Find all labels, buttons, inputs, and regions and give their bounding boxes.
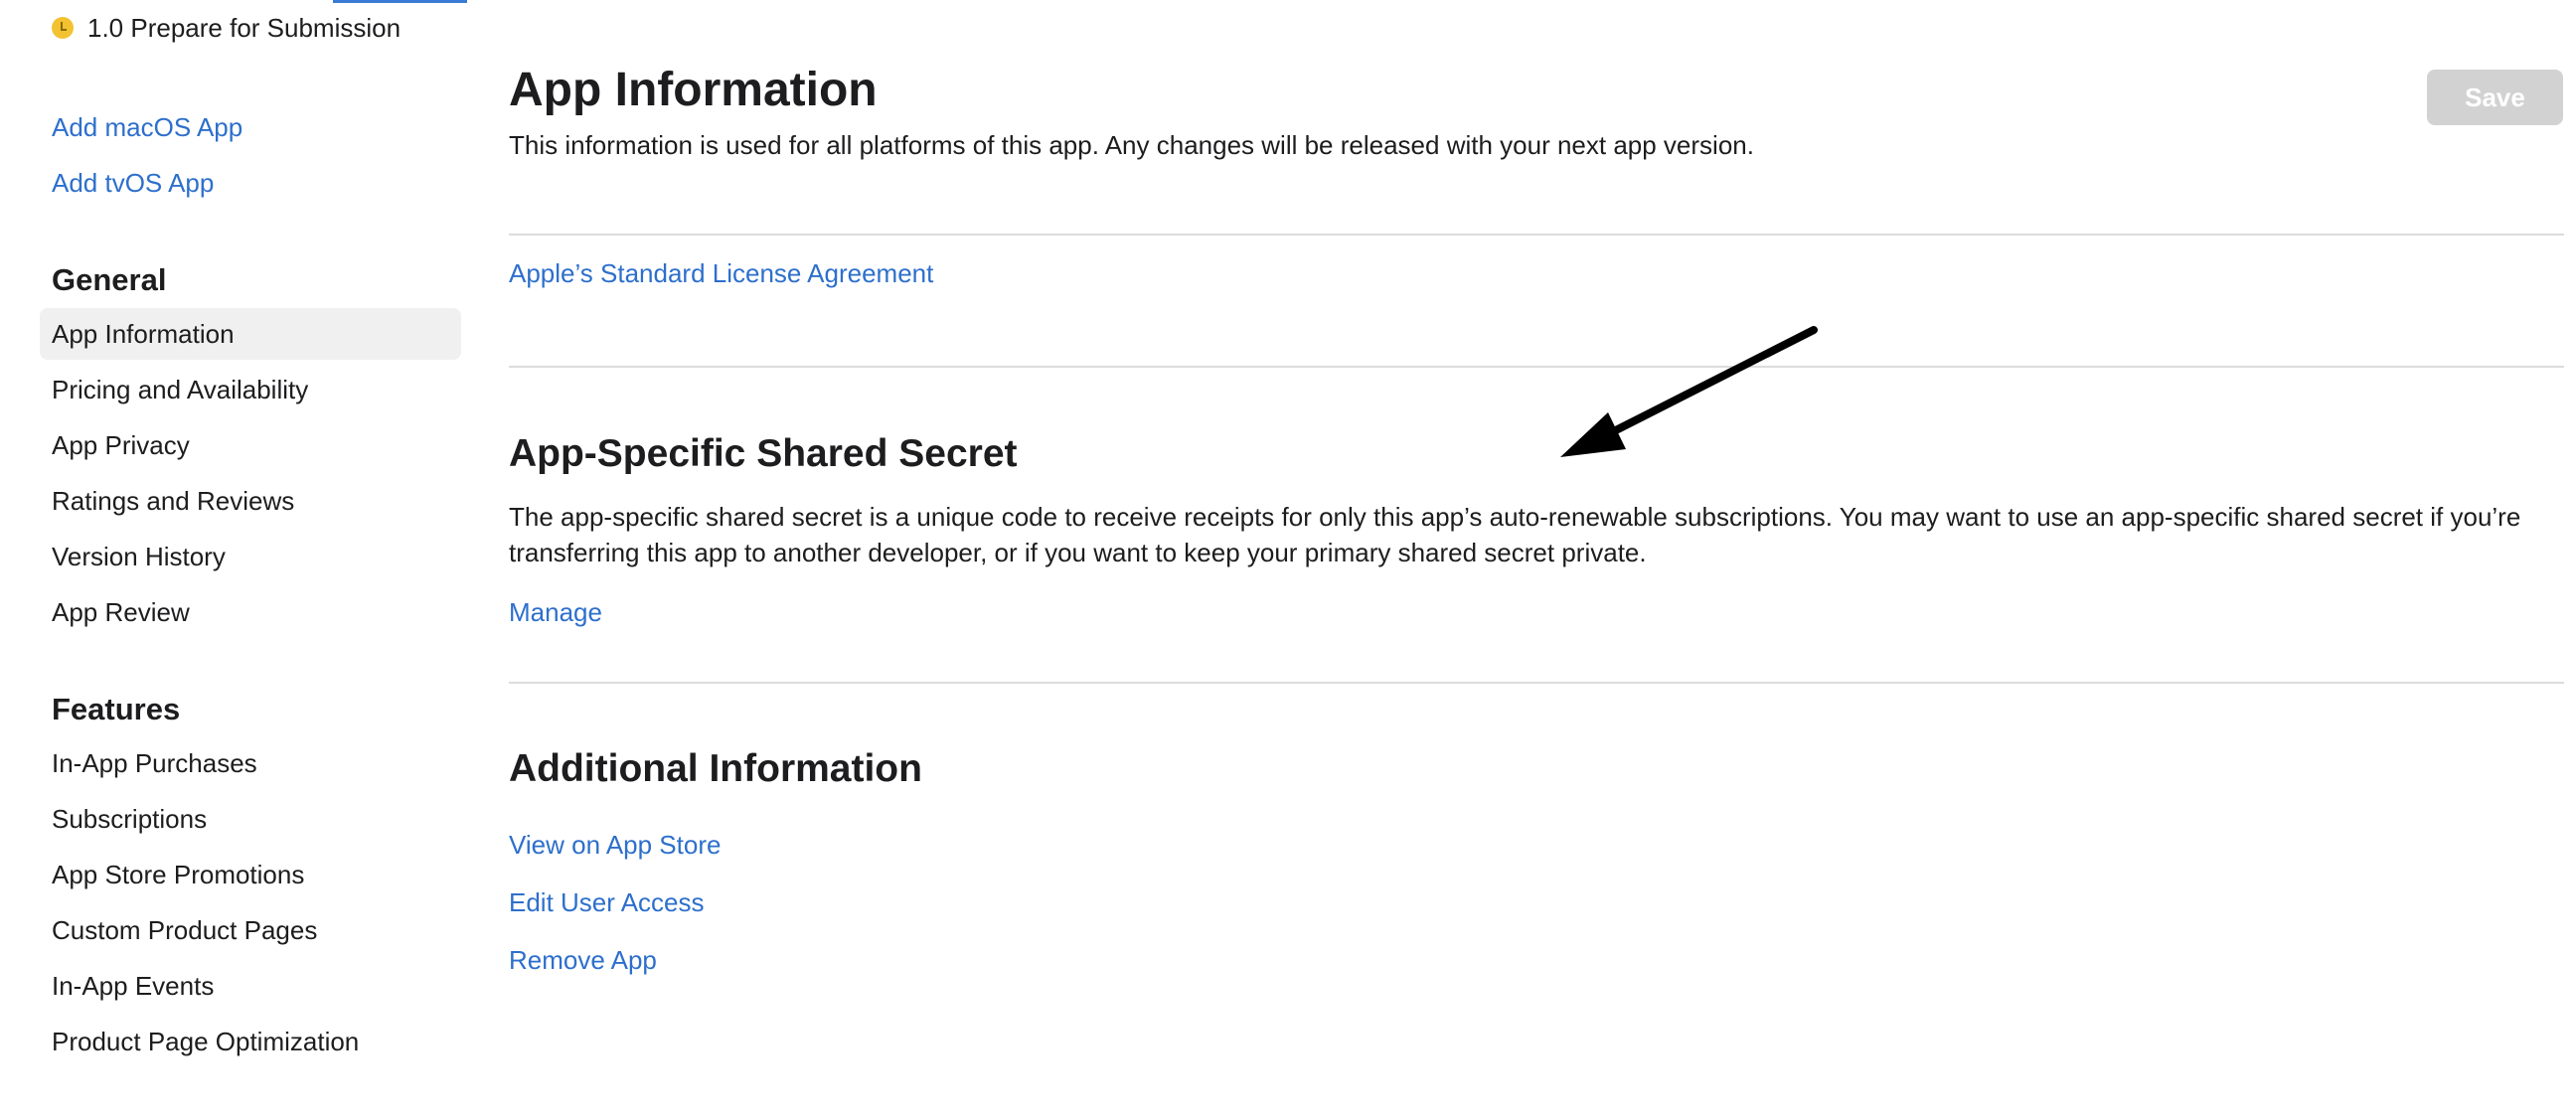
divider [509, 366, 2564, 368]
version-label: 1.0 Prepare for Submission [87, 12, 402, 43]
main-content: App Information This information is used… [509, 0, 2564, 1119]
sidebar-item-in-app-events[interactable]: In-App Events [40, 960, 461, 1012]
divider [509, 682, 2564, 684]
page-subtitle: This information is used for all platfor… [509, 130, 1754, 160]
view-on-app-store-link[interactable]: View on App Store [509, 827, 721, 863]
app-store-connect-page: 1.0 Prepare for Submission Add macOS App… [0, 0, 2576, 1119]
arrow-icon [1560, 326, 1818, 457]
sidebar-item-app-privacy[interactable]: App Privacy [40, 419, 461, 471]
additional-info-title: Additional Information [509, 747, 922, 790]
sidebar-item-app-review[interactable]: App Review [40, 586, 461, 638]
sidebar-item-product-page-optimization[interactable]: Product Page Optimization [40, 1016, 461, 1067]
license-agreement-link[interactable]: Apple’s Standard License Agreement [509, 255, 933, 291]
sidebar-item-ratings-and-reviews[interactable]: Ratings and Reviews [40, 475, 461, 527]
add-macos-app-link[interactable]: Add macOS App [52, 107, 242, 147]
sidebar-item-version-history[interactable]: Version History [40, 531, 461, 582]
sidebar-item-pricing-and-availability[interactable]: Pricing and Availability [40, 364, 461, 415]
sidebar-item-app-information[interactable]: App Information [40, 308, 461, 360]
edit-user-access-link[interactable]: Edit User Access [509, 884, 705, 920]
sidebar: 1.0 Prepare for Submission Add macOS App… [0, 0, 467, 1119]
page-title: App Information [509, 64, 878, 116]
shared-secret-description: The app-specific shared secret is a uniq… [509, 502, 2521, 567]
sidebar-item-app-store-promotions[interactable]: App Store Promotions [40, 849, 461, 900]
sidebar-version-item[interactable]: 1.0 Prepare for Submission [52, 8, 401, 48]
sidebar-item-in-app-purchases[interactable]: In-App Purchases [40, 737, 461, 789]
divider [509, 234, 2564, 236]
sidebar-header-features: Features [52, 692, 181, 726]
sidebar-item-subscriptions[interactable]: Subscriptions [40, 793, 461, 845]
sidebar-item-custom-product-pages[interactable]: Custom Product Pages [40, 904, 461, 956]
save-button[interactable]: Save [2427, 70, 2563, 125]
manage-link[interactable]: Manage [509, 594, 602, 630]
add-tvos-app-link[interactable]: Add tvOS App [52, 163, 214, 203]
remove-app-link[interactable]: Remove App [509, 942, 657, 978]
sidebar-header-general: General [52, 262, 167, 297]
shared-secret-title: App-Specific Shared Secret [509, 432, 1018, 475]
status-pending-icon [52, 17, 74, 39]
